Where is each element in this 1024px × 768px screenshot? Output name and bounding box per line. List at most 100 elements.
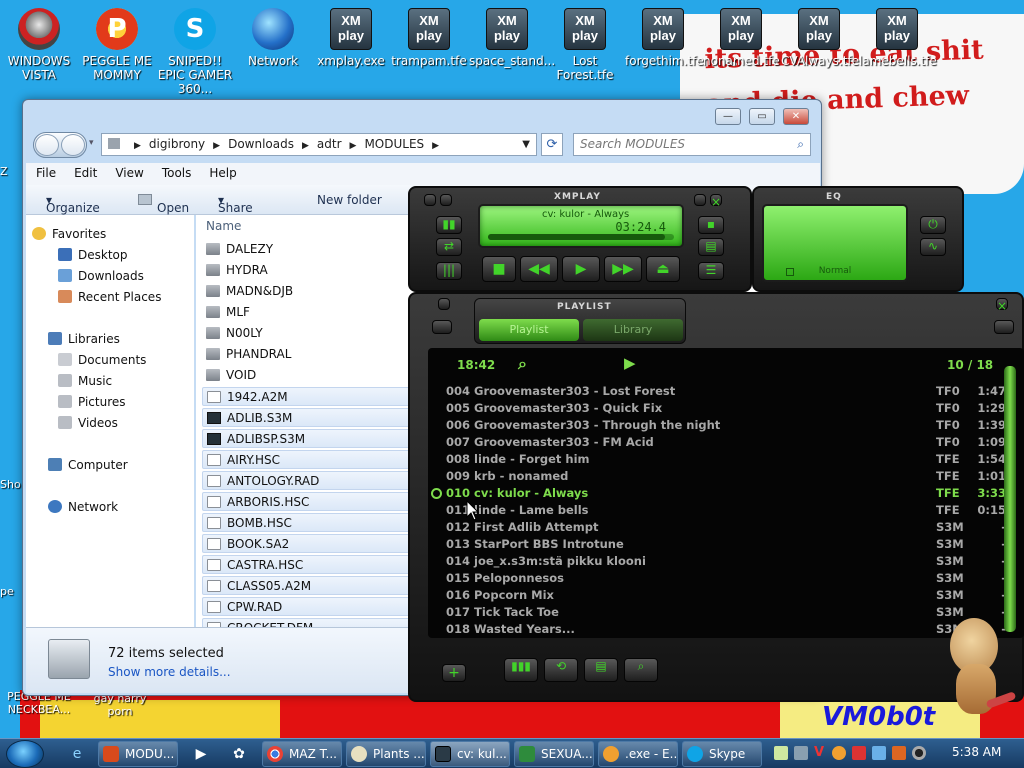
stop-button[interactable]: ■ bbox=[482, 256, 516, 282]
file-row[interactable]: BOMB.HSC bbox=[202, 513, 422, 532]
column-header-name[interactable]: Name bbox=[206, 219, 241, 233]
desktop-icon-forgethim[interactable]: XM play forgethim.tfe bbox=[625, 6, 704, 90]
refresh-icon[interactable]: ⟳ bbox=[541, 133, 563, 156]
xmplay-library-toggle[interactable]: ▤ bbox=[698, 238, 724, 256]
desktop-icon-network[interactable]: Network bbox=[235, 6, 311, 90]
nav-pictures[interactable]: Pictures bbox=[58, 392, 126, 412]
xmplay-playlist-toggle[interactable]: ▪ bbox=[698, 216, 724, 234]
playlist-side-button-left[interactable] bbox=[432, 320, 452, 334]
previous-button[interactable]: ◀◀ bbox=[520, 256, 558, 282]
file-row[interactable]: CPW.RAD bbox=[202, 597, 422, 616]
track-row[interactable]: 018 Wasted Years...S3M- bbox=[446, 622, 1006, 639]
file-row[interactable]: ADLIBSP.S3M bbox=[202, 429, 422, 448]
tray-settings-icon[interactable] bbox=[794, 746, 808, 760]
nav-recent-places[interactable]: Recent Places bbox=[58, 287, 161, 307]
maximize-button[interactable]: ▭ bbox=[749, 108, 775, 125]
folder-row[interactable]: MLF bbox=[202, 303, 422, 322]
track-row[interactable]: 013 StarPort BBS Introtune S3M- bbox=[446, 537, 1006, 554]
track-row[interactable]: 012 First Adlib Attempt S3M- bbox=[446, 520, 1006, 537]
add-track-button[interactable]: + bbox=[442, 664, 466, 682]
playlist-side-button-right[interactable] bbox=[994, 320, 1014, 334]
nav-computer[interactable]: Computer bbox=[48, 455, 128, 475]
eq-preset[interactable]: Normal bbox=[764, 266, 906, 276]
media-player-icon[interactable]: ▶ bbox=[190, 743, 212, 765]
breadcrumb-downloads[interactable]: Downloads bbox=[228, 137, 294, 151]
tray-app2-icon[interactable] bbox=[892, 746, 906, 760]
playlist-close-icon[interactable]: × bbox=[996, 298, 1008, 313]
tab-library[interactable]: Library bbox=[583, 319, 683, 341]
track-row[interactable]: 008 linde - Forget him TFE 1:54 bbox=[446, 452, 1006, 469]
xmplay-shade-icon[interactable] bbox=[694, 194, 706, 206]
next-button[interactable]: ▶▶ bbox=[604, 256, 642, 282]
desktop-icon-nonamed[interactable]: XM play nonamed.tfe bbox=[703, 6, 780, 90]
breadcrumb-digibrony[interactable]: digibrony bbox=[149, 137, 205, 151]
xmplay-menu-icon[interactable] bbox=[424, 194, 436, 206]
nav-documents[interactable]: Documents bbox=[58, 350, 146, 370]
track-row[interactable]: 016 Popcorn Mix S3M- bbox=[446, 588, 1006, 605]
playlist-scrollbar[interactable] bbox=[1004, 366, 1016, 632]
show-more-details-link[interactable]: Show more details... bbox=[108, 665, 231, 679]
folder-row[interactable]: PHANDRAL bbox=[202, 345, 422, 364]
nav-music[interactable]: Music bbox=[58, 371, 112, 391]
desktop-icon-cvalways[interactable]: XM play CVAlways.tfe bbox=[781, 6, 859, 90]
tray-flag-icon[interactable] bbox=[852, 746, 866, 760]
search-input[interactable]: Search MODULES ⌕ bbox=[573, 133, 811, 156]
taskbar-button-xmplay[interactable]: cv: kul... bbox=[430, 741, 510, 767]
xmplay-info-button[interactable]: ▮▮ bbox=[436, 216, 462, 234]
playlist-stats-button[interactable]: ▮▮▮ bbox=[504, 658, 538, 682]
taskbar-button-skype[interactable]: Skype bbox=[682, 741, 762, 767]
forward-icon[interactable] bbox=[61, 134, 85, 156]
folder-row[interactable]: DALEZY bbox=[202, 240, 422, 259]
file-row[interactable]: CROCKET.DFM bbox=[202, 618, 422, 627]
folder-row[interactable]: N00LY bbox=[202, 324, 422, 343]
file-row[interactable]: AIRY.HSC bbox=[202, 450, 422, 469]
organize-button[interactable]: Organize ▾ bbox=[46, 193, 100, 215]
file-row[interactable]: BOOK.SA2 bbox=[202, 534, 422, 553]
nav-favorites[interactable]: Favorites bbox=[32, 224, 106, 244]
recent-pages-icon[interactable]: ▾ bbox=[89, 138, 94, 148]
playlist-loop-button[interactable]: ⟲ bbox=[544, 658, 578, 682]
breadcrumb-separator[interactable]: ▶ bbox=[213, 141, 220, 151]
file-row[interactable]: CLASS05.A2M bbox=[202, 576, 422, 595]
breadcrumb-separator[interactable]: ▶ bbox=[134, 141, 141, 151]
taskbar-button-plants[interactable]: Plants ... bbox=[346, 741, 426, 767]
playlist-menu-icon[interactable] bbox=[438, 298, 450, 310]
file-row[interactable]: ANTOLOGY.RAD bbox=[202, 471, 422, 490]
desktop-icon-windows-vista[interactable]: WINDOWS VISTA bbox=[1, 6, 77, 90]
desktop-icon-sniped[interactable]: S SNIPED!! EPIC GAMER 360... bbox=[157, 6, 233, 96]
clock[interactable]: 5:38 AM bbox=[952, 745, 1001, 759]
menu-help[interactable]: Help bbox=[199, 163, 244, 180]
new-folder-button[interactable]: New folder bbox=[317, 193, 382, 207]
ie-icon[interactable]: e bbox=[66, 743, 88, 765]
menu-view[interactable]: View bbox=[105, 163, 151, 180]
folder-row[interactable]: HYDRA bbox=[202, 261, 422, 280]
taskbar-button-search-app[interactable]: .exe - E... bbox=[598, 741, 678, 767]
breadcrumb-separator[interactable]: ▶ bbox=[432, 141, 439, 151]
desktop-icon-peggle[interactable]: P PEGGLE ME MOMMY bbox=[79, 6, 155, 90]
playlist-save-button[interactable]: ▤ bbox=[584, 658, 618, 682]
play-track-icon[interactable]: ▶ bbox=[624, 354, 636, 372]
eq-curve-button[interactable]: ∿ bbox=[920, 238, 946, 256]
desktop-icon-trampam[interactable]: XM play trampam.tfe bbox=[391, 6, 467, 90]
taskbar-button-chrome[interactable]: MAZ T... bbox=[262, 741, 342, 767]
address-dropdown-icon[interactable]: ▼ bbox=[522, 134, 530, 155]
nav-libraries[interactable]: Libraries bbox=[48, 329, 120, 349]
search-icon[interactable]: ⌕ bbox=[797, 134, 804, 155]
track-row[interactable]: 014 joe_x.s3m:stä pikku klooni S3M- bbox=[446, 554, 1006, 571]
search-icon[interactable]: ⌕ bbox=[518, 354, 527, 374]
nav-desktop[interactable]: Desktop bbox=[58, 245, 128, 265]
close-button[interactable]: ✕ bbox=[783, 108, 809, 125]
xmplay-close-icon[interactable]: × bbox=[710, 194, 722, 209]
folder-row[interactable]: MADN&DJB bbox=[202, 282, 422, 301]
address-bar[interactable]: ▶ digibrony ▶ Downloads ▶ adtr ▶ MODULES ▶ ▼ bbox=[101, 133, 537, 156]
start-button[interactable] bbox=[6, 740, 44, 768]
tray-network-icon[interactable] bbox=[872, 746, 886, 760]
menu-tools[interactable]: Tools bbox=[152, 163, 200, 180]
open-button[interactable]: Open bbox=[138, 193, 189, 215]
track-row[interactable]: 004 Groovemaster303 - Lost Forest TF0 1:47 bbox=[446, 384, 1006, 401]
xmplay-repeat-button[interactable]: ⇄ bbox=[436, 238, 462, 256]
play-button[interactable]: ▶ bbox=[562, 256, 600, 282]
track-row[interactable]: 006 Groovemaster303 - Through the night T… bbox=[446, 418, 1006, 435]
tray-search-icon[interactable] bbox=[832, 746, 846, 760]
desktop-icon-space-stand[interactable]: XM play space_stand... bbox=[469, 6, 555, 90]
